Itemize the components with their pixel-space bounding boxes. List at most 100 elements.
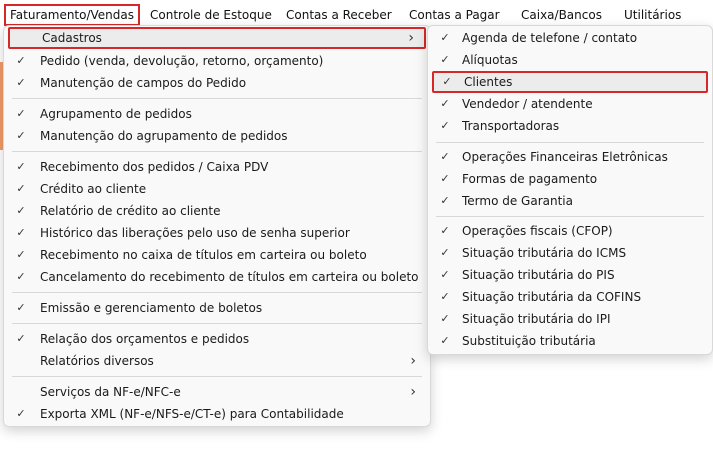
submenu-item-icms[interactable]: ✓ Situação tributária do ICMS bbox=[432, 242, 708, 264]
check-icon: ✓ bbox=[440, 268, 450, 281]
menu-item-exporta-xml[interactable]: ✓ Exporta XML (NF-e/NFS-e/CT-e) para Con… bbox=[8, 403, 426, 425]
check-icon: ✓ bbox=[16, 226, 26, 239]
menu-item-servicos-nfe[interactable]: Serviços da NF-e/NFC-e › bbox=[8, 381, 426, 403]
faturamento-dropdown-menu: Cadastros › ✓ Pedido (venda, devolução, … bbox=[3, 25, 431, 427]
menu-contas-pagar[interactable]: Contas a Pagar bbox=[409, 6, 500, 24]
check-icon: ✓ bbox=[16, 332, 26, 345]
menu-separator bbox=[12, 376, 422, 377]
menu-separator bbox=[436, 216, 704, 217]
check-icon: ✓ bbox=[440, 53, 450, 66]
check-icon: ✓ bbox=[16, 182, 26, 195]
menu-item-label: Termo de Garantia bbox=[462, 194, 573, 208]
menu-item-agrupamento-pedidos[interactable]: ✓ Agrupamento de pedidos bbox=[8, 103, 426, 125]
check-icon: ✓ bbox=[440, 224, 450, 237]
menu-separator bbox=[12, 98, 422, 99]
menu-item-recebimento-pedidos-pdv[interactable]: ✓ Recebimento dos pedidos / Caixa PDV bbox=[8, 156, 426, 178]
menu-item-emissao-boletos[interactable]: ✓ Emissão e gerenciamento de boletos bbox=[8, 297, 426, 319]
check-icon: ✓ bbox=[440, 290, 450, 303]
check-icon: ✓ bbox=[442, 75, 452, 88]
menu-item-label: Pedido (venda, devolução, retorno, orçam… bbox=[40, 54, 324, 68]
menu-item-label: Substituição tributária bbox=[462, 334, 596, 348]
menu-item-cancelamento-recebimento[interactable]: ✓ Cancelamento do recebimento de títulos… bbox=[8, 266, 426, 288]
submenu-item-termo-garantia[interactable]: ✓ Termo de Garantia bbox=[432, 190, 708, 212]
menu-caixa-bancos[interactable]: Caixa/Bancos bbox=[521, 6, 602, 24]
menu-separator bbox=[436, 142, 704, 143]
check-icon: ✓ bbox=[440, 31, 450, 44]
menu-item-label: Recebimento dos pedidos / Caixa PDV bbox=[40, 160, 269, 174]
submenu-item-cfop[interactable]: ✓ Operações fiscais (CFOP) bbox=[432, 220, 708, 242]
check-icon: ✓ bbox=[440, 97, 450, 110]
submenu-item-transportadoras[interactable]: ✓ Transportadoras bbox=[432, 115, 708, 137]
menu-item-label: Recebimento no caixa de títulos em carte… bbox=[40, 248, 367, 262]
menu-item-recebimento-titulos[interactable]: ✓ Recebimento no caixa de títulos em car… bbox=[8, 244, 426, 266]
menu-item-label: Formas de pagamento bbox=[462, 172, 598, 186]
chevron-right-icon: › bbox=[410, 384, 416, 400]
menu-item-label: Operações Financeiras Eletrônicas bbox=[462, 150, 668, 164]
submenu-item-pis[interactable]: ✓ Situação tributária do PIS bbox=[432, 264, 708, 286]
menu-item-relatorio-credito[interactable]: ✓ Relatório de crédito ao cliente bbox=[8, 200, 426, 222]
menu-item-label: Relatórios diversos bbox=[40, 354, 154, 368]
check-icon: ✓ bbox=[440, 312, 450, 325]
menu-item-label: Relatório de crédito ao cliente bbox=[40, 204, 221, 218]
check-icon: ✓ bbox=[440, 150, 450, 163]
menu-item-pedido[interactable]: ✓ Pedido (venda, devolução, retorno, orç… bbox=[8, 50, 426, 72]
menu-item-label: Cancelamento do recebimento de títulos e… bbox=[40, 270, 419, 284]
menu-item-label: Emissão e gerenciamento de boletos bbox=[40, 301, 263, 315]
menu-item-historico-liberacoes[interactable]: ✓ Histórico das liberações pelo uso de s… bbox=[8, 222, 426, 244]
menu-faturamento-vendas[interactable]: Faturamento/Vendas bbox=[4, 4, 141, 26]
menu-item-label: Transportadoras bbox=[462, 119, 560, 133]
menu-item-label: Relação dos orçamentos e pedidos bbox=[40, 332, 250, 346]
menu-item-label: Manutenção do agrupamento de pedidos bbox=[40, 129, 288, 143]
submenu-item-ipi[interactable]: ✓ Situação tributária do IPI bbox=[432, 308, 708, 330]
menu-utilitarios[interactable]: Utilitários bbox=[624, 6, 681, 24]
menu-controle-estoque[interactable]: Controle de Estoque bbox=[150, 6, 272, 24]
submenu-item-agenda[interactable]: ✓ Agenda de telefone / contato bbox=[432, 27, 708, 49]
check-icon: ✓ bbox=[16, 160, 26, 173]
menu-bar: Faturamento/Vendas Controle de Estoque C… bbox=[0, 0, 713, 28]
check-icon: ✓ bbox=[16, 129, 26, 142]
check-icon: ✓ bbox=[440, 334, 450, 347]
menu-item-label: Alíquotas bbox=[462, 53, 518, 67]
submenu-item-substituicao-tributaria[interactable]: ✓ Substituição tributária bbox=[432, 330, 708, 352]
cadastros-submenu: ✓ Agenda de telefone / contato ✓ Alíquot… bbox=[427, 25, 713, 355]
menu-item-label: Clientes bbox=[464, 75, 513, 89]
menu-item-label: Serviços da NF-e/NFC-e bbox=[40, 385, 181, 399]
check-icon: ✓ bbox=[440, 194, 450, 207]
submenu-item-cofins[interactable]: ✓ Situação tributária da COFINS bbox=[432, 286, 708, 308]
menu-item-label: Crédito ao cliente bbox=[40, 182, 147, 196]
menu-item-label: Agenda de telefone / contato bbox=[462, 31, 638, 45]
submenu-item-vendedor[interactable]: ✓ Vendedor / atendente bbox=[432, 93, 708, 115]
submenu-item-formas-pagamento[interactable]: ✓ Formas de pagamento bbox=[432, 168, 708, 190]
menu-item-label: Situação tributária do ICMS bbox=[462, 246, 627, 260]
check-icon: ✓ bbox=[440, 119, 450, 132]
check-icon: ✓ bbox=[440, 172, 450, 185]
submenu-item-operacoes-financeiras[interactable]: ✓ Operações Financeiras Eletrônicas bbox=[432, 146, 708, 168]
check-icon: ✓ bbox=[16, 407, 26, 420]
submenu-item-aliquotas[interactable]: ✓ Alíquotas bbox=[432, 49, 708, 71]
check-icon: ✓ bbox=[16, 301, 26, 314]
menu-item-label: Manutenção de campos do Pedido bbox=[40, 76, 247, 90]
menu-item-label: Histórico das liberações pelo uso de sen… bbox=[40, 226, 350, 240]
menu-item-label: Situação tributária da COFINS bbox=[462, 290, 642, 304]
menu-contas-receber[interactable]: Contas a Receber bbox=[286, 6, 392, 24]
check-icon: ✓ bbox=[16, 204, 26, 217]
check-icon: ✓ bbox=[16, 76, 26, 89]
menu-item-label: Situação tributária do PIS bbox=[462, 268, 615, 282]
menu-item-manutencao-campos-pedido[interactable]: ✓ Manutenção de campos do Pedido bbox=[8, 72, 426, 94]
check-icon: ✓ bbox=[16, 270, 26, 283]
check-icon: ✓ bbox=[16, 107, 26, 120]
menu-item-label: Vendedor / atendente bbox=[462, 97, 593, 111]
menu-item-relacao-orcamentos[interactable]: ✓ Relação dos orçamentos e pedidos bbox=[8, 328, 426, 350]
menu-item-label: Agrupamento de pedidos bbox=[40, 107, 192, 121]
check-icon: ✓ bbox=[16, 248, 26, 261]
menu-item-label: Exporta XML (NF-e/NFS-e/CT-e) para Conta… bbox=[40, 407, 344, 421]
menu-item-label: Cadastros bbox=[42, 31, 102, 45]
check-icon: ✓ bbox=[16, 54, 26, 67]
menu-item-relatorios-diversos[interactable]: Relatórios diversos › bbox=[8, 350, 426, 372]
menu-item-manutencao-agrupamento[interactable]: ✓ Manutenção do agrupamento de pedidos bbox=[8, 125, 426, 147]
menu-item-cadastros[interactable]: Cadastros › bbox=[8, 27, 426, 49]
submenu-item-clientes[interactable]: ✓ Clientes bbox=[432, 71, 708, 93]
check-icon: ✓ bbox=[440, 246, 450, 259]
menu-separator bbox=[12, 292, 422, 293]
menu-item-credito-cliente[interactable]: ✓ Crédito ao cliente bbox=[8, 178, 426, 200]
